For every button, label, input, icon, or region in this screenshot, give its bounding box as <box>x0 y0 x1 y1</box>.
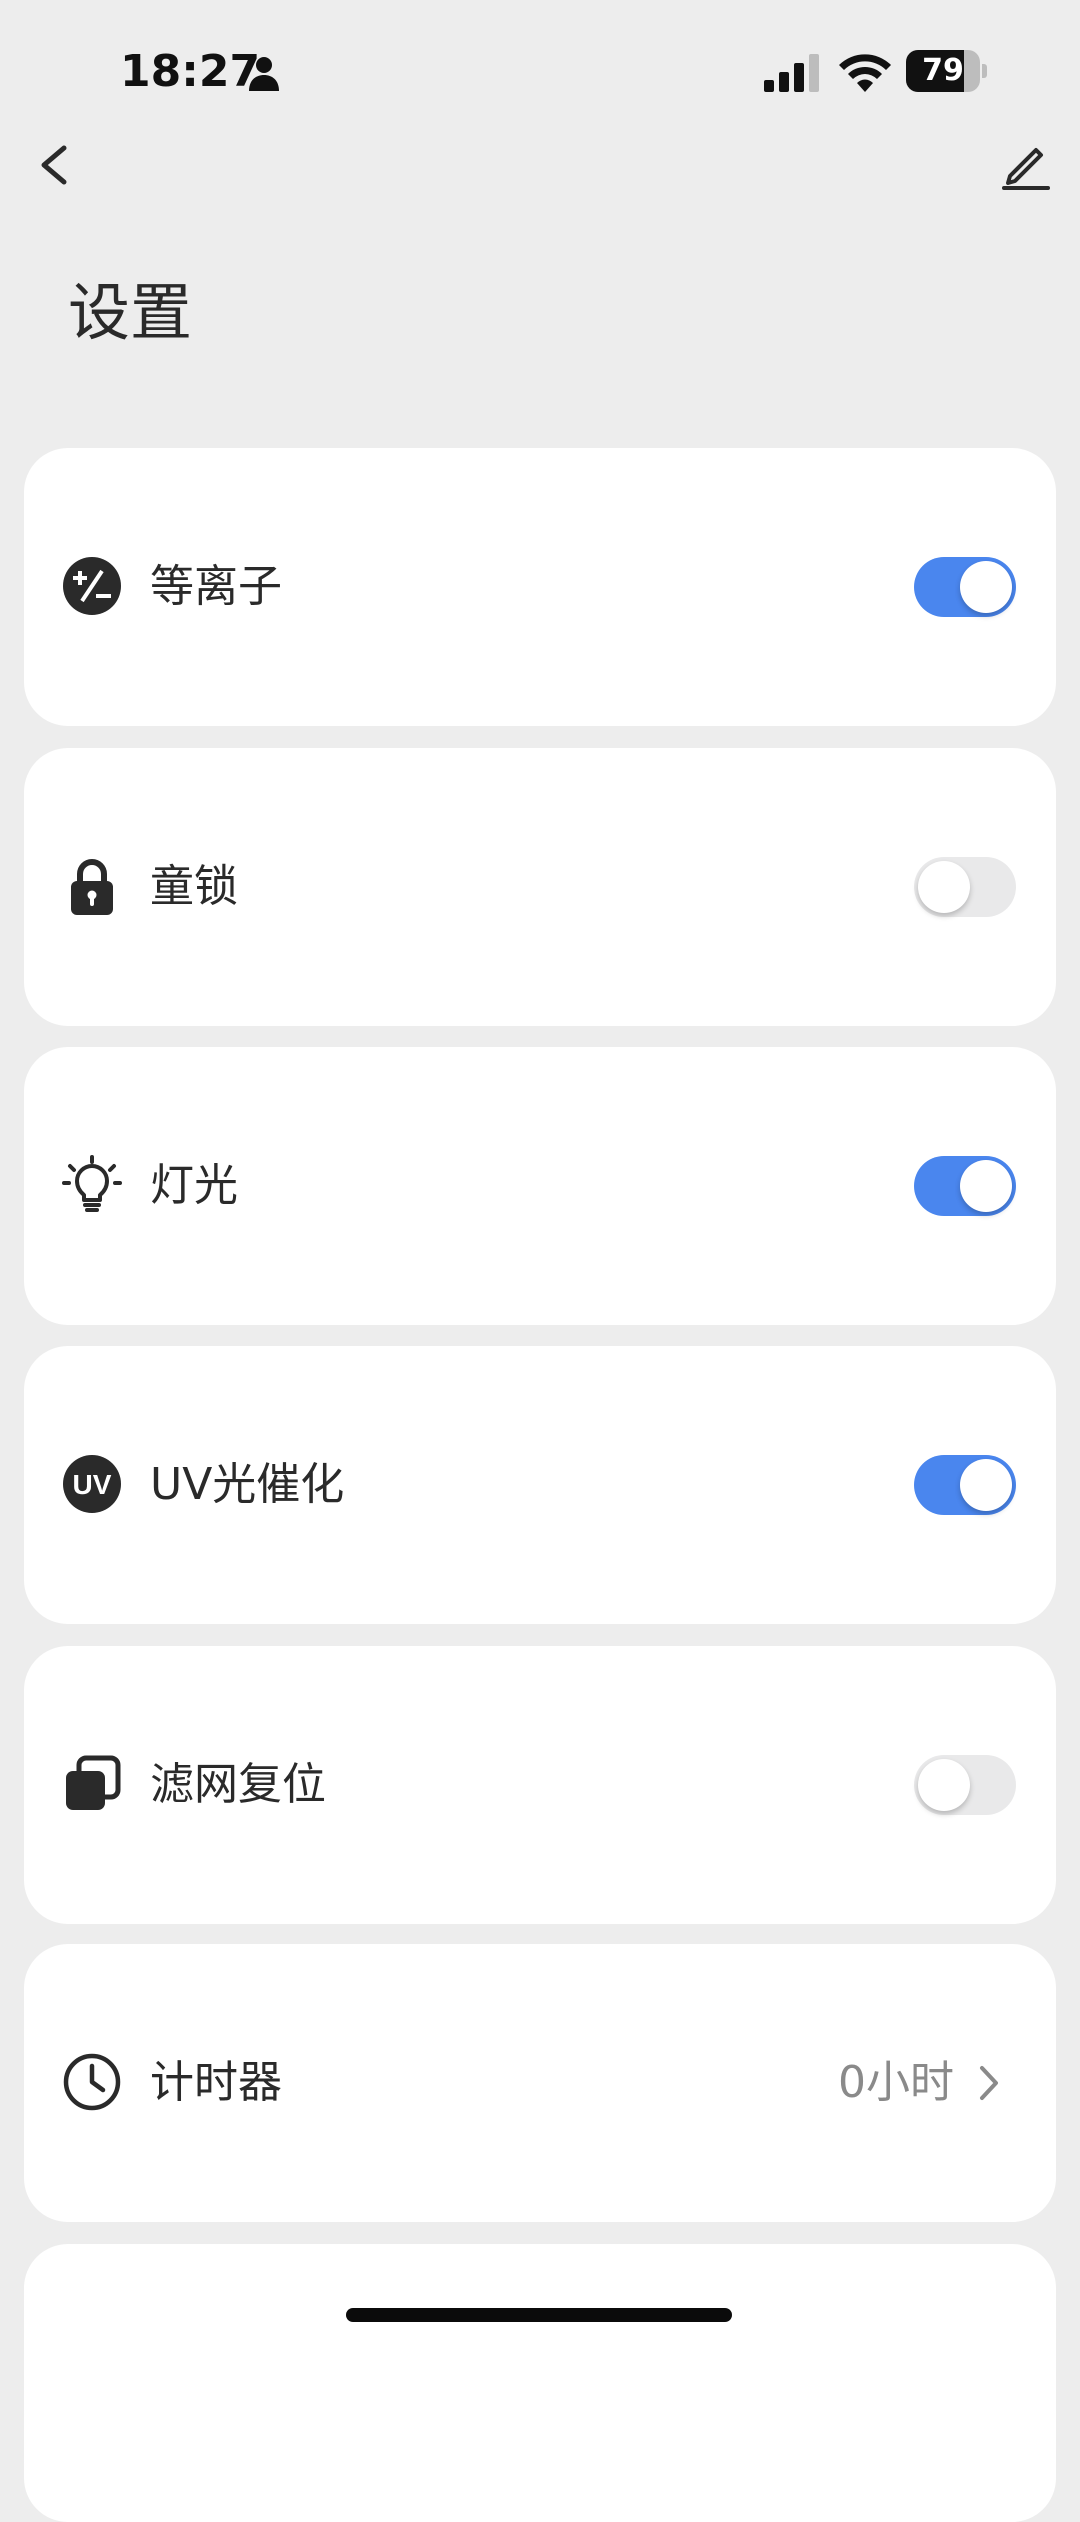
edit-button[interactable] <box>996 136 1056 196</box>
light-toggle[interactable] <box>914 1156 1016 1216</box>
toggle-knob <box>960 1459 1012 1511</box>
svg-text:UV: UV <box>73 1469 112 1500</box>
cellular-signal-icon <box>764 54 822 92</box>
plasma-toggle[interactable] <box>914 557 1016 617</box>
setting-card-child-lock: 童锁 <box>24 748 1056 1026</box>
status-time: 18:27 <box>120 44 260 100</box>
toggle-knob <box>918 1759 970 1811</box>
battery-percent: 79 <box>906 50 980 92</box>
wifi-icon <box>838 50 892 92</box>
battery-indicator: 79 <box>906 50 986 92</box>
filter-reset-toggle[interactable] <box>914 1755 1016 1815</box>
chevron-right-icon <box>974 2062 1004 2104</box>
toggle-knob <box>960 1160 1012 1212</box>
filter-reset-icon <box>62 1754 122 1814</box>
page-title: 设置 <box>68 268 192 358</box>
pencil-icon <box>996 136 1056 196</box>
setting-label-plasma: 等离子 <box>150 552 282 622</box>
toggle-knob <box>960 561 1012 613</box>
setting-label-timer: 计时器 <box>150 2048 282 2118</box>
battery-icon: 79 <box>906 50 980 92</box>
setting-card-filter-reset: 滤网复位 <box>24 1646 1056 1924</box>
clock-icon <box>62 2052 122 2112</box>
setting-label-light: 灯光 <box>150 1151 238 1221</box>
lightbulb-icon <box>62 1155 122 1215</box>
child-lock-toggle[interactable] <box>914 857 1016 917</box>
setting-card-light: 灯光 <box>24 1047 1056 1325</box>
setting-label-child-lock: 童锁 <box>150 852 238 922</box>
status-bar: 18:27 79 <box>0 0 1080 140</box>
uv-icon: UV <box>62 1454 122 1514</box>
setting-label-uv: UV光催化 <box>150 1450 344 1520</box>
setting-card-timer[interactable]: 计时器 0小时 <box>24 1944 1056 2222</box>
chevron-left-icon <box>26 130 82 200</box>
uv-toggle[interactable] <box>914 1455 1016 1515</box>
setting-card-plasma: 等离子 <box>24 448 1056 726</box>
person-icon <box>248 56 280 92</box>
timer-value: 0小时 <box>838 2048 954 2118</box>
setting-label-filter-reset: 滤网复位 <box>150 1750 326 1820</box>
setting-card-uv: UV UV光催化 <box>24 1346 1056 1624</box>
lock-icon <box>62 856 122 916</box>
back-button[interactable] <box>26 130 82 200</box>
setting-card-partial <box>24 2244 1056 2522</box>
battery-cap <box>982 64 987 78</box>
home-indicator <box>346 2308 732 2322</box>
toggle-knob <box>918 861 970 913</box>
plus-minus-icon <box>62 556 122 616</box>
